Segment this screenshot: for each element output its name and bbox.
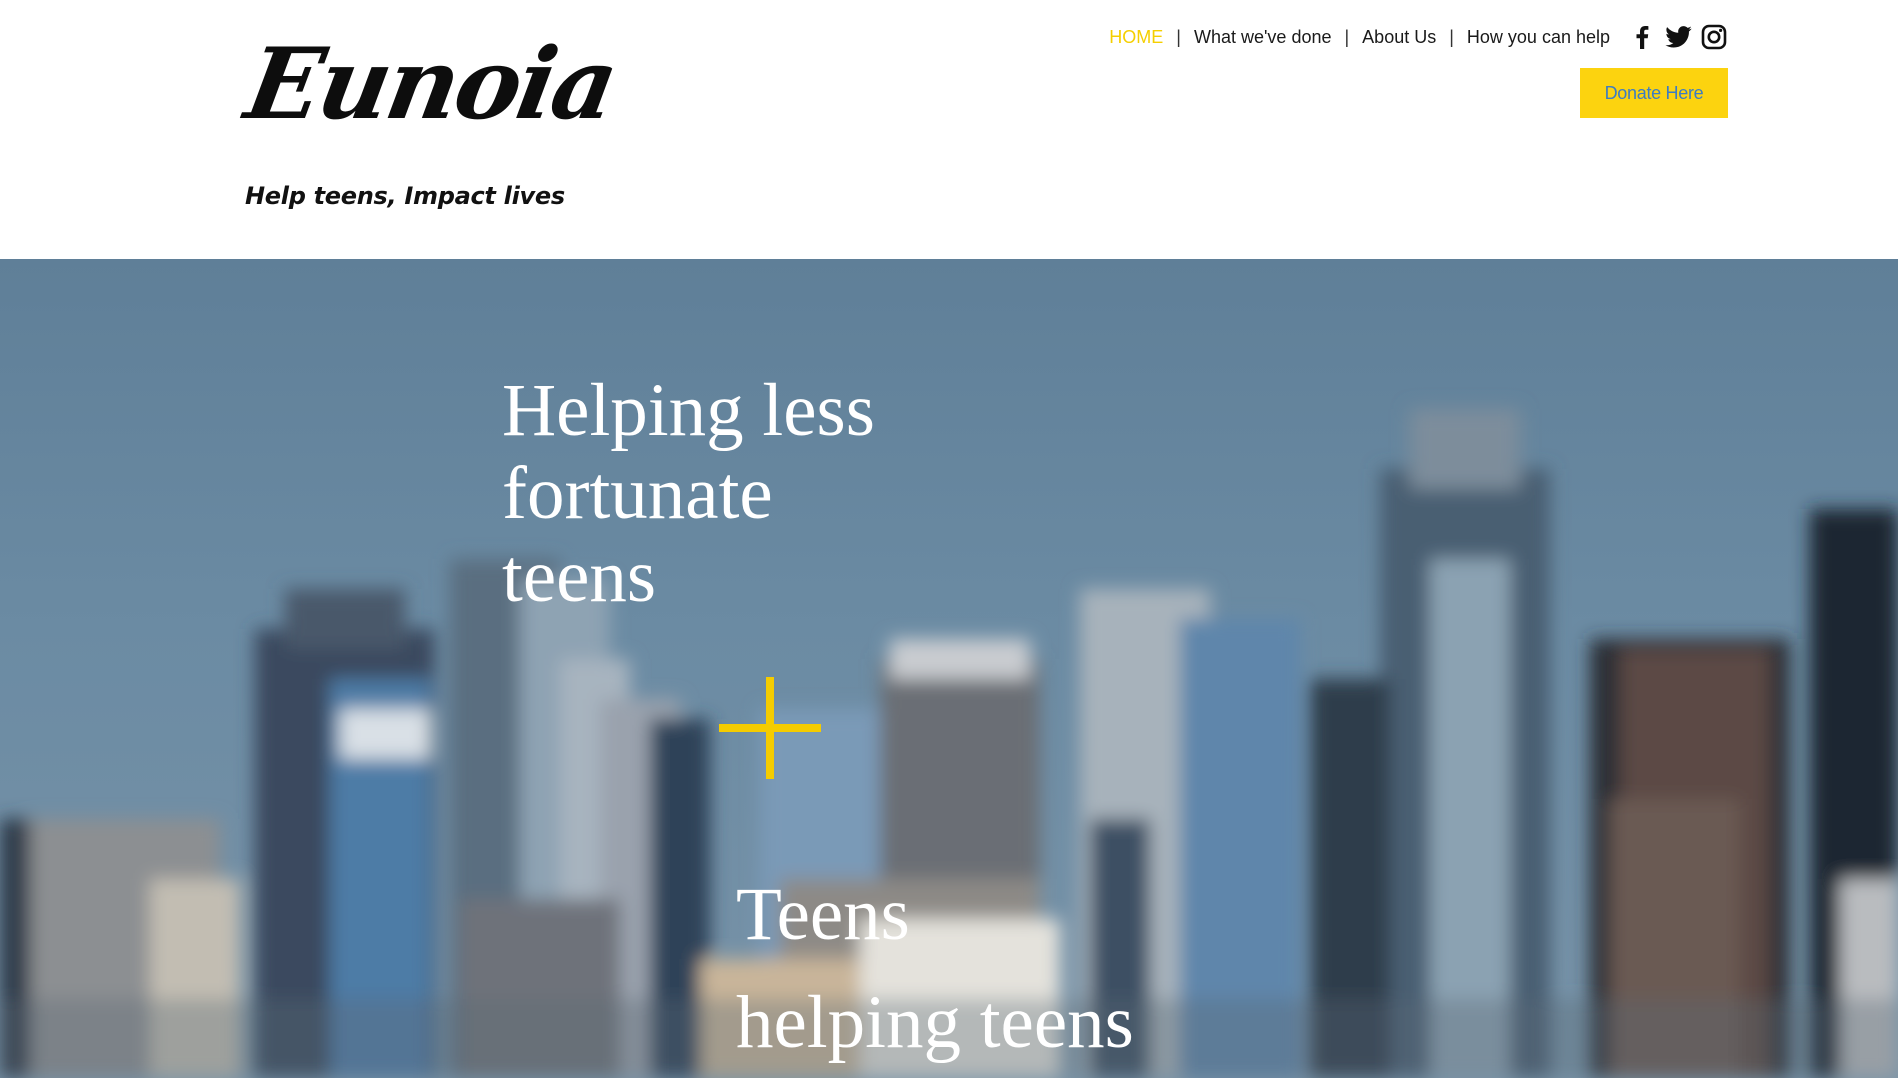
main-nav: HOME | What we've done | About Us | How … bbox=[1109, 24, 1728, 50]
site-header: Eunoia Help teens, Impact lives HOME | W… bbox=[0, 0, 1898, 259]
nav-item-about-us[interactable]: About Us bbox=[1362, 27, 1436, 48]
nav-item-home[interactable]: HOME bbox=[1109, 27, 1163, 48]
twitter-icon[interactable] bbox=[1664, 23, 1692, 51]
hero-section: Helping less fortunate teens Teens helpi… bbox=[0, 259, 1898, 1078]
nav-separator: | bbox=[1449, 26, 1454, 47]
hero-heading: Helping less fortunate teens bbox=[502, 369, 875, 618]
nav-item-how-you-can-help[interactable]: How you can help bbox=[1467, 27, 1610, 48]
nav-separator: | bbox=[1176, 26, 1181, 47]
hero-subheading: Teens helping teens bbox=[736, 873, 1134, 1064]
instagram-icon[interactable] bbox=[1700, 23, 1728, 51]
donate-button[interactable]: Donate Here bbox=[1580, 68, 1728, 118]
logo[interactable]: Eunoia bbox=[238, 27, 624, 142]
plus-icon bbox=[719, 677, 821, 779]
nav-item-what-weve-done[interactable]: What we've done bbox=[1194, 27, 1332, 48]
facebook-icon[interactable] bbox=[1628, 23, 1656, 51]
nav-separator: | bbox=[1344, 26, 1350, 47]
tagline: Help teens, Impact lives bbox=[245, 182, 565, 210]
social-links bbox=[1628, 23, 1728, 51]
